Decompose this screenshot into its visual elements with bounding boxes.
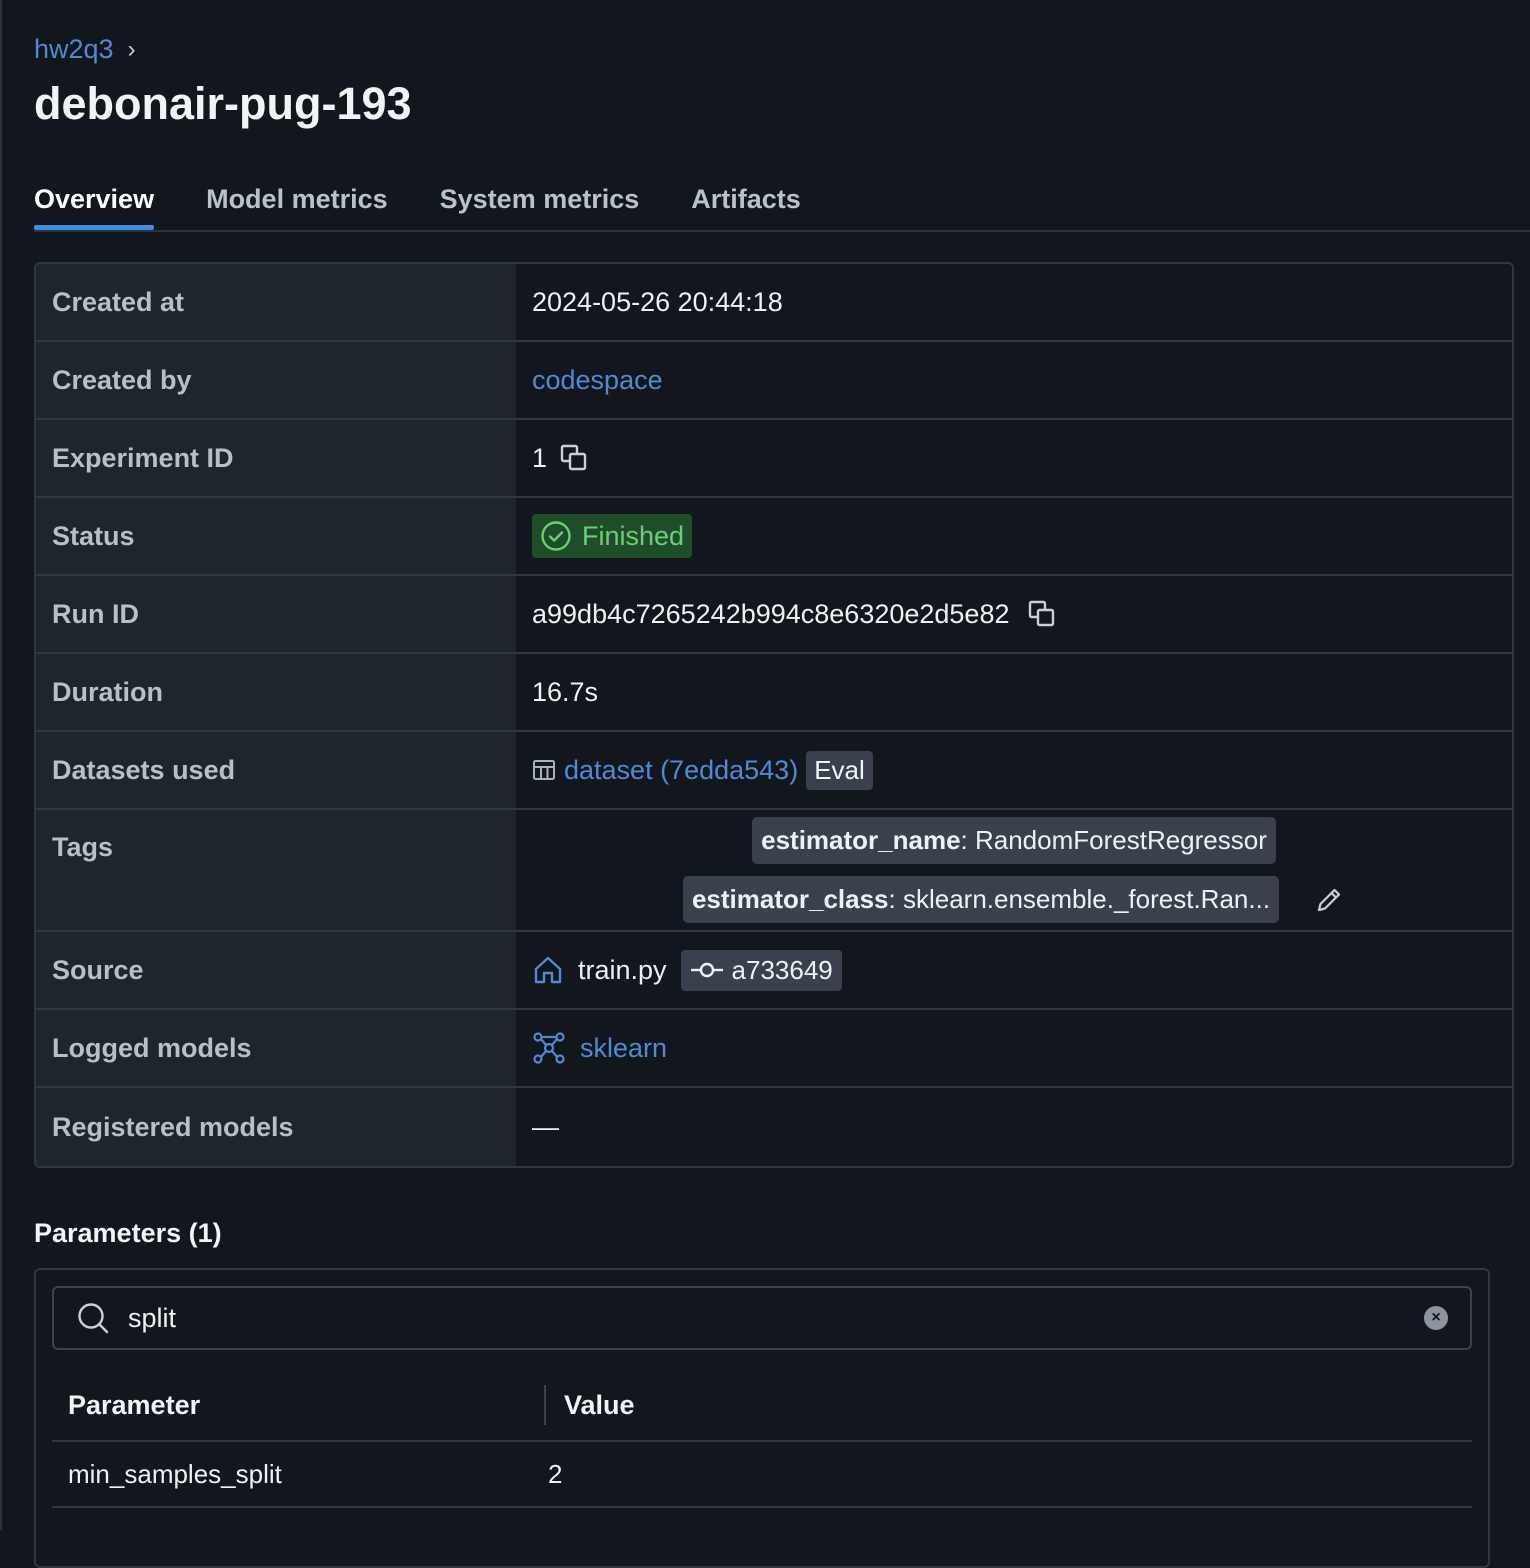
- breadcrumb: hw2q3 ›: [34, 34, 136, 65]
- table-icon: [533, 760, 555, 780]
- row-datasets-used: Datasets used dataset (7edda543) Eval: [36, 732, 1512, 810]
- column-header-parameter[interactable]: Parameter: [52, 1385, 546, 1425]
- status-text: Finished: [582, 520, 685, 551]
- parameters-heading: Parameters (1): [34, 1218, 222, 1248]
- row-tags: Tags estimator_name: RandomForestRegress…: [36, 810, 1512, 932]
- datasets-used-label: Datasets used: [36, 732, 516, 808]
- parameters-table-header: Parameter Value: [52, 1370, 1472, 1442]
- breadcrumb-experiment-link[interactable]: hw2q3: [34, 34, 114, 65]
- clear-search-icon[interactable]: ×: [1424, 1306, 1448, 1330]
- tab-system-metrics[interactable]: System metrics: [440, 178, 640, 228]
- tag-chip: estimator_name: RandomForestRegressor: [752, 817, 1276, 864]
- commit-badge[interactable]: a733649: [680, 949, 842, 991]
- parameters-table: Parameter Value min_samples_split 2: [52, 1370, 1472, 1508]
- row-created-at: Created at 2024-05-26 20:44:18: [36, 264, 1512, 342]
- table-row: min_samples_split 2: [52, 1442, 1472, 1508]
- tab-bar: Overview Model metrics System metrics Ar…: [34, 178, 1530, 232]
- duration-value: 16.7s: [532, 676, 599, 707]
- logged-models-label: Logged models: [36, 1010, 516, 1086]
- row-experiment-id: Experiment ID 1: [36, 420, 1512, 498]
- run-page: hw2q3 › debonair-pug-193 Overview Model …: [0, 0, 1530, 1568]
- check-circle-icon: [541, 521, 571, 551]
- status-badge: Finished: [532, 514, 693, 558]
- page-title: debonair-pug-193: [34, 78, 412, 129]
- edit-pencil-icon[interactable]: [1313, 884, 1345, 916]
- experiment-id-value: 1: [532, 442, 548, 473]
- source-file[interactable]: train.py: [578, 955, 667, 986]
- copy-icon[interactable]: [559, 443, 589, 473]
- tag-chip: estimator_class: sklearn.ensemble._fores…: [682, 876, 1280, 923]
- registered-models-value: —: [532, 1111, 559, 1142]
- parameters-search: ×: [52, 1286, 1472, 1350]
- chevron-right-icon: ›: [127, 35, 136, 63]
- commit-hash: a733649: [731, 954, 833, 985]
- model-icon: [533, 1032, 565, 1064]
- git-commit-icon: [690, 962, 723, 978]
- row-status: Status Finished: [36, 498, 1512, 576]
- run-id-value: a99db4c7265242b994c8e6320e2d5e82: [532, 598, 1010, 629]
- created-by-link[interactable]: codespace: [532, 365, 663, 396]
- logged-model-link[interactable]: sklearn: [580, 1033, 667, 1064]
- row-duration: Duration 16.7s: [36, 654, 1512, 732]
- row-run-id: Run ID a99db4c7265242b994c8e6320e2d5e82: [36, 576, 1512, 654]
- created-at-label: Created at: [36, 264, 516, 340]
- row-registered-models: Registered models —: [36, 1088, 1512, 1166]
- dataset-link[interactable]: dataset (7edda543): [564, 755, 798, 786]
- row-source: Source train.py a733649: [36, 932, 1512, 1010]
- row-logged-models: Logged models sklearn: [36, 1010, 1512, 1088]
- parameter-value: 2: [548, 1458, 563, 1489]
- run-id-label: Run ID: [36, 576, 516, 652]
- search-icon: [78, 1303, 109, 1334]
- created-by-label: Created by: [36, 342, 516, 418]
- dataset-context-badge: Eval: [806, 750, 873, 790]
- tab-artifacts[interactable]: Artifacts: [691, 178, 801, 228]
- source-label: Source: [36, 932, 516, 1008]
- copy-icon[interactable]: [1027, 599, 1057, 629]
- tab-overview[interactable]: Overview: [34, 178, 155, 230]
- parameter-name: min_samples_split: [68, 1458, 282, 1489]
- experiment-id-label: Experiment ID: [36, 420, 516, 496]
- row-created-by: Created by codespace: [36, 342, 1512, 420]
- home-icon: [534, 956, 562, 984]
- registered-models-label: Registered models: [36, 1088, 516, 1166]
- tags-label: Tags: [36, 810, 516, 930]
- tab-model-metrics[interactable]: Model metrics: [206, 178, 388, 228]
- parameters-panel: × Parameter Value min_samples_split 2: [34, 1268, 1490, 1568]
- duration-label: Duration: [36, 654, 516, 730]
- column-header-value[interactable]: Value: [546, 1390, 635, 1421]
- run-details-table: Created at 2024-05-26 20:44:18 Created b…: [34, 262, 1514, 1168]
- parameters-search-input[interactable]: [126, 1301, 1408, 1335]
- status-label: Status: [36, 498, 516, 574]
- created-at-value: 2024-05-26 20:44:18: [532, 286, 783, 317]
